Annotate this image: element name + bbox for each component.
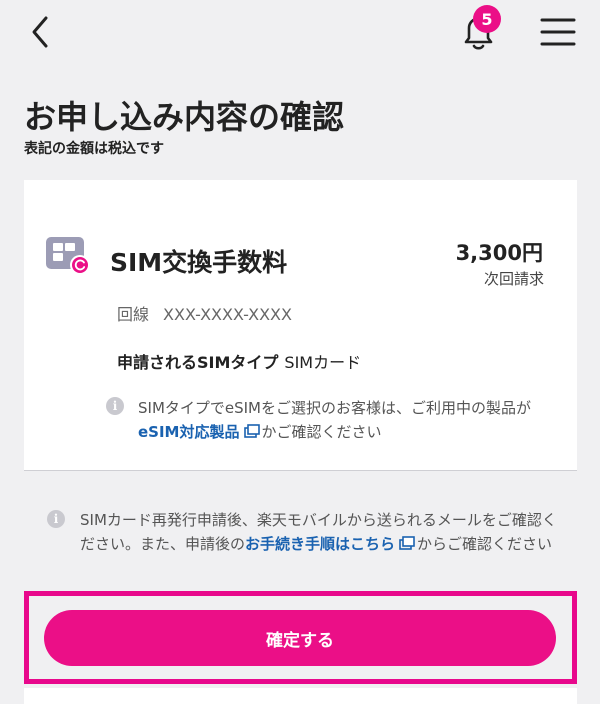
page-title: お申し込み内容の確認: [24, 98, 345, 136]
confirm-button[interactable]: 確定する: [44, 610, 556, 666]
line-number-value: XXX-XXXX-XXXX: [163, 305, 292, 324]
esim-note: SIMタイプでeSIMをご選択のお客様は、ご利用中の製品が eSIM対応製品 かご…: [138, 396, 568, 444]
back-button[interactable]: [22, 12, 62, 52]
line-number-row: 回線 XXX-XXXX-XXXX: [117, 301, 292, 325]
sim-type-row: 申請されるSIMタイプ SIMカード: [117, 349, 361, 373]
tax-note: 表記の金額は税込です: [24, 141, 164, 157]
menu-button[interactable]: [538, 14, 578, 50]
external-link-icon: [399, 536, 415, 550]
bottom-card: [24, 688, 577, 704]
sim-type-label: 申請されるSIMタイプ: [117, 353, 279, 372]
reissue-note-suffix: からご確認ください: [417, 535, 553, 553]
line-label: 回線: [117, 305, 150, 324]
info-icon: i: [47, 510, 65, 528]
item-name: SIM交換手数料: [110, 248, 288, 277]
esim-note-suffix: かご確認ください: [261, 423, 382, 441]
reissue-note: SIMカード再発行申請後、楽天モバイルから送られるメールをご確認ください。また、…: [80, 508, 560, 556]
esim-note-prefix: SIMタイプでeSIMをご選択のお客様は、ご利用中の製品が: [138, 399, 532, 417]
chevron-left-icon: [32, 16, 48, 48]
sim-card-icon: [46, 237, 90, 275]
item-price: 3,300円: [455, 241, 543, 265]
esim-compatible-link[interactable]: eSIM対応製品: [138, 423, 240, 441]
info-icon: i: [106, 397, 124, 415]
notification-badge: 5: [473, 5, 501, 33]
hamburger-menu-icon: [540, 18, 576, 46]
sim-type-value: SIMカード: [284, 353, 362, 372]
top-bar: 5: [0, 0, 600, 70]
divider: [24, 470, 577, 471]
procedure-link[interactable]: お手続き手順はこちら: [245, 535, 395, 553]
billing-timing: 次回請求: [483, 270, 544, 288]
external-link-icon: [243, 424, 260, 438]
